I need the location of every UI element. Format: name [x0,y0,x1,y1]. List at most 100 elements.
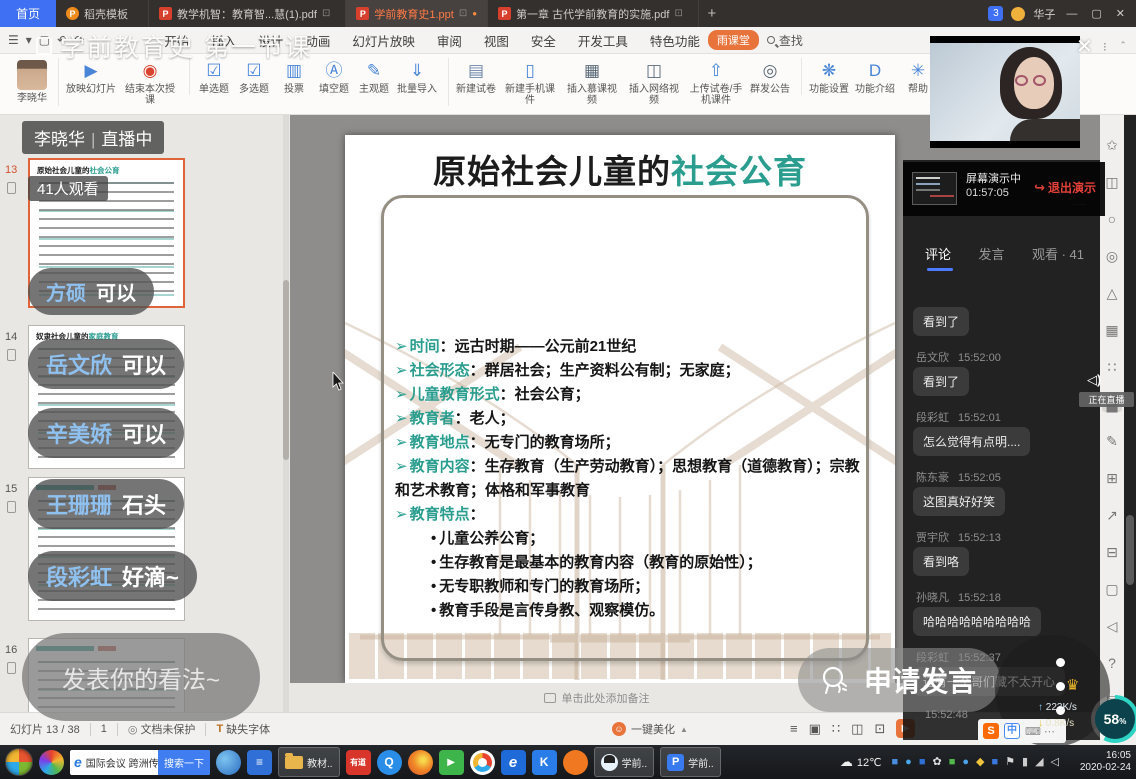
q-browser-icon[interactable]: Q [377,750,402,775]
toolbar-button[interactable]: ❋功能设置 [806,58,852,95]
taskbar-clock[interactable]: 16:05 2020-02-24 [1069,750,1131,774]
rings-app-icon[interactable] [470,750,495,775]
toolbar-button[interactable]: ▯新建手机课件 [499,58,561,106]
toolbar-button[interactable]: ▦插入慕课视频 [561,58,623,106]
tray-icon[interactable]: ◢ [1035,756,1043,769]
insert-icon[interactable]: ⊞ [1102,470,1122,486]
tray-icon[interactable]: ■ [991,756,998,769]
font-missing-status[interactable]: 缺失字体 [226,721,270,737]
tray-icon[interactable]: ■ [949,756,956,769]
tray-icon[interactable]: ✿ [932,756,941,769]
taskbar-search[interactable]: e 国际会议 跨洲传播 搜索一下 [70,750,210,775]
chinese-mode-icon[interactable]: 中 [1004,723,1020,739]
menu-item[interactable]: 安全 [531,31,556,50]
beautify-icon[interactable]: △ [1102,285,1122,301]
one-click-beautify-button[interactable]: ☺ 一键美化 ▲ [612,721,688,737]
quick-access-icon[interactable]: ☰ [8,33,19,47]
document-tab[interactable]: P 学前教育史1.ppt ⊡ ● [346,0,488,27]
meeting-window-button[interactable]: 学前.. [594,747,655,777]
audio-icon[interactable]: ◁ [1102,618,1122,634]
scrollbar-thumb[interactable] [1126,515,1134,585]
find-button[interactable]: 查找 [767,32,803,49]
view-mode-icon[interactable]: ▣ [809,721,821,737]
toolbar-button[interactable]: ◎群发公告 [747,58,793,95]
toolbar-button[interactable]: ⇧上传试卷/手机课件 [685,58,747,106]
quick-access-icon[interactable]: ▾ [26,33,32,47]
toolbar-button[interactable]: ◉结束本次授课 [119,58,181,106]
thumbnail-scrollbar[interactable] [283,115,289,712]
document-tab[interactable]: P 教学机智：教育智...慧(1).pdf ⊡ [149,0,346,27]
edit-icon[interactable]: ✎ [1102,433,1122,449]
rain-classroom-tab[interactable]: 雨课堂 [708,30,759,50]
new-tab-button[interactable]: + [699,0,725,27]
view-mode-icon[interactable]: ◫ [851,721,863,737]
presenter-avatar[interactable] [17,60,47,90]
webcam-close-icon[interactable]: ✕ [1076,34,1093,59]
user-name[interactable]: 华子 [1033,6,1055,22]
menu-item[interactable]: 特色功能 [650,31,700,50]
exit-presentation-button[interactable]: ↪退出演示 [1034,179,1096,196]
ie-icon[interactable]: e [501,750,526,775]
table-icon[interactable]: ▦ [1102,322,1122,338]
more-options-icon[interactable]: ⁝ [1103,40,1107,54]
wps-window-button[interactable]: P学前.. [660,747,721,777]
tray-icon[interactable]: ■ [919,756,926,769]
tray-icon[interactable]: ◁ [1051,756,1059,769]
weather-widget[interactable]: ☁12℃ [840,754,882,770]
pin-icon[interactable]: ⊡ [459,8,467,19]
menu-dot[interactable] [1056,658,1065,667]
close-button[interactable]: ✕ [1113,7,1128,20]
pin-icon[interactable]: ⊡ [322,8,330,19]
tray-icon[interactable]: ● [962,756,969,769]
menu-item[interactable]: 审阅 [437,31,462,50]
toolbar-button[interactable]: ⇓批量导入 [394,58,440,95]
menu-item[interactable]: 幻灯片放映 [352,31,415,50]
right-scrollbar-track[interactable] [1124,115,1136,712]
document-tab[interactable]: P 第一章 古代学前教育的实施.pdf ⊡ [488,0,699,27]
toolbar-button[interactable]: ✎主观题 [354,58,394,95]
slides-icon[interactable]: ◫ [1102,174,1122,190]
video-app-icon[interactable] [439,750,464,775]
chat-tab[interactable]: 评论 [925,244,951,263]
notification-badge[interactable]: 3 [988,6,1003,21]
view-mode-icon[interactable]: ∷ [832,721,840,737]
start-button[interactable] [5,748,33,776]
assistant-ball[interactable]: 58% [1091,695,1136,743]
sogou-icon[interactable]: S [983,723,999,739]
favorite-icon[interactable]: ✩ [1102,137,1122,153]
document-tab[interactable]: P 稻壳模板 [56,0,149,27]
toolbar-button[interactable]: D功能介绍 [852,58,898,95]
list-app-icon[interactable] [247,750,272,775]
folder-window-button[interactable]: 教材.. [278,747,340,777]
image-icon[interactable]: ▢ [1102,581,1122,597]
menu-item[interactable]: 开发工具 [578,31,628,50]
tray-icon[interactable]: ▮ [1022,756,1028,769]
toolbar-button[interactable]: ▤新建试卷 [453,58,499,95]
shapes-icon[interactable]: ○ [1102,211,1122,227]
seal-icon[interactable]: ◎ [1102,248,1122,264]
comment-icon[interactable]: ⊟ [1102,544,1122,560]
view-mode-icon[interactable]: ⊡ [874,721,885,737]
pinned-app-icon[interactable] [39,750,64,775]
menu-dot[interactable] [1056,682,1065,691]
firefox-icon[interactable] [408,750,433,775]
slide-canvas[interactable]: 原始社会儿童的社会公育 ➢时间：远古时期——公元前21世纪 ➢社会形态：群居社会… [345,135,895,683]
pin-icon[interactable]: ⊡ [674,8,682,19]
browser-app-icon[interactable] [216,750,241,775]
menu-item[interactable]: 视图 [484,31,509,50]
chat-tab[interactable]: 发言 [978,244,1004,263]
collapse-icon[interactable]: ＾ [1117,40,1129,57]
restore-button[interactable]: ▢ [1088,7,1104,20]
k-app-icon[interactable]: K [532,750,557,775]
raise-hand-button[interactable]: 申请发言 [798,648,1000,712]
minimize-button[interactable]: — [1063,8,1080,20]
sogou-browser-icon[interactable] [563,750,588,775]
search-button[interactable]: 搜索一下 [158,750,210,775]
toolbar-button[interactable]: ◫插入网络视频 [623,58,685,106]
chat-tab[interactable]: 观看 · 41 [1032,244,1084,263]
share-icon[interactable]: ↗ [1102,507,1122,523]
youdao-app-icon[interactable]: 有道 [346,750,371,775]
search-input[interactable]: 国际会议 跨洲传播 [86,755,158,770]
apps-grid-icon[interactable]: ∷ [1102,359,1122,375]
protect-status[interactable]: 文档未保护 [140,721,195,737]
